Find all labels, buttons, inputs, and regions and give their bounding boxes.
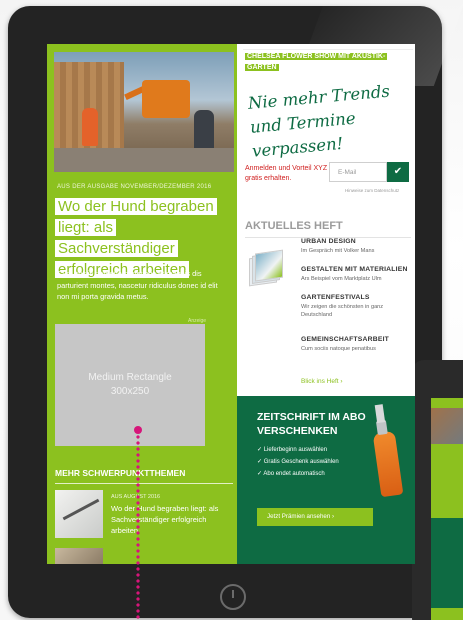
email-field[interactable]: E-Mail: [329, 162, 387, 182]
view-rewards-button[interactable]: Jetzt Prämien ansehen ›: [257, 508, 373, 526]
benefit-item: Abo endet automatisch: [257, 468, 339, 480]
issue-title: URBAN DESIGN: [301, 238, 356, 245]
hero-worker-left: [82, 108, 98, 146]
article-teaser: Cum sociis natoque penatibus et magnis d…: [57, 269, 218, 301]
subscription-title: ZEITSCHRIFT IM ABO VERSCHENKEN: [257, 411, 366, 437]
issue-preview-link[interactable]: Blick ins Heft ›: [301, 378, 343, 385]
second-device-screen: [431, 398, 463, 620]
medium-rectangle-ad[interactable]: Medium Rectangle 300x250: [55, 324, 205, 446]
benefit-item: Lieferbeginn auswählen: [257, 444, 339, 456]
benefit-item: Gratis Geschenk auswählen: [257, 456, 339, 468]
second-device-image: [431, 408, 463, 444]
event-banner-text[interactable]: CHELSEA FLOWER SHOW MIT AKUSTIK-GARTEN: [245, 53, 388, 71]
more-topics-title: MEHR SCHWERPUNKTTHEMEN: [55, 468, 233, 484]
ad-line-2: 300x250: [110, 386, 150, 397]
article-link[interactable]: Wo der Hund begraben liegt: als Sachvers…: [111, 503, 235, 536]
hero-ground: [54, 148, 234, 172]
newsletter-text: Anmelden und Vorteil XYZ gratis erhalten…: [245, 165, 328, 182]
issue-subtitle: Ars Beispiel vom Marktplatz Ulm: [301, 276, 382, 282]
subscription-box: ZEITSCHRIFT IM ABO VERSCHENKEN Lieferbeg…: [237, 396, 415, 564]
privacy-note[interactable]: Hinweise zum Datenschutz: [345, 188, 399, 193]
issue-subtitle: Cum sociis natoque penatibus: [301, 346, 376, 352]
main-column: AUS DER AUSGABE NOVEMBER/DEZEMBER 2016 W…: [47, 44, 237, 564]
current-issue-title: AKTUELLES HEFT: [245, 220, 411, 238]
marker-dot: [134, 426, 142, 434]
article-kicker: AUS DER AUSGABE NOVEMBER/DEZEMBER 2016: [57, 184, 212, 190]
article-thumbnail-2[interactable]: [55, 548, 103, 564]
issue-subtitle: Im Gespräch mit Volker Mans: [301, 248, 375, 254]
issue-item[interactable]: GEMEINSCHAFTSARBEIT Cum sociis natoque p…: [301, 336, 413, 353]
ad-line-1: Medium Rectangle: [88, 372, 172, 383]
hero-excavator: [142, 80, 190, 118]
chainsaw-image: [372, 430, 404, 498]
device-mockup-stage: AUS DER AUSGABE NOVEMBER/DEZEMBER 2016 W…: [0, 0, 463, 620]
sidebar-column: CHELSEA FLOWER SHOW MIT AKUSTIK-GARTEN N…: [237, 44, 415, 564]
issue-item[interactable]: URBAN DESIGN Im Gespräch mit Volker Mans: [301, 238, 413, 255]
issue-title: GESTALTEN MIT MATERIALIEN: [301, 266, 408, 273]
headline-text[interactable]: Wo der Hund begraben liegt: als Sachvers…: [55, 198, 217, 278]
issue-item[interactable]: GARTENFESTIVALS Wir zeigen die schönsten…: [301, 294, 413, 319]
issue-title: GEMEINSCHAFTSARBEIT: [301, 336, 390, 343]
home-button-icon[interactable]: [220, 584, 246, 610]
article-thumbnail[interactable]: [55, 490, 103, 538]
magazine-cover-icon[interactable]: [249, 248, 283, 289]
subscription-benefits: Lieferbeginn auswählen Gratis Geschenk a…: [257, 444, 339, 480]
top-bar: [243, 44, 413, 50]
event-banner[interactable]: CHELSEA FLOWER SHOW MIT AKUSTIK-GARTEN: [245, 52, 395, 73]
second-device-band: [431, 518, 463, 608]
newsletter-slogan: Nie mehr Trends und Termine verpassen!: [247, 81, 391, 161]
check-icon[interactable]: ✔: [387, 162, 409, 182]
tablet-screen: AUS DER AUSGABE NOVEMBER/DEZEMBER 2016 W…: [47, 44, 415, 564]
issue-item[interactable]: GESTALTEN MIT MATERIALIEN Ars Beispiel v…: [301, 266, 413, 283]
issue-subtitle: Wir zeigen die schönsten in ganz Deutsch…: [301, 304, 384, 318]
dotted-marker-line: [136, 428, 140, 620]
hero-image[interactable]: [54, 52, 234, 172]
issue-title: GARTENFESTIVALS: [301, 294, 370, 301]
